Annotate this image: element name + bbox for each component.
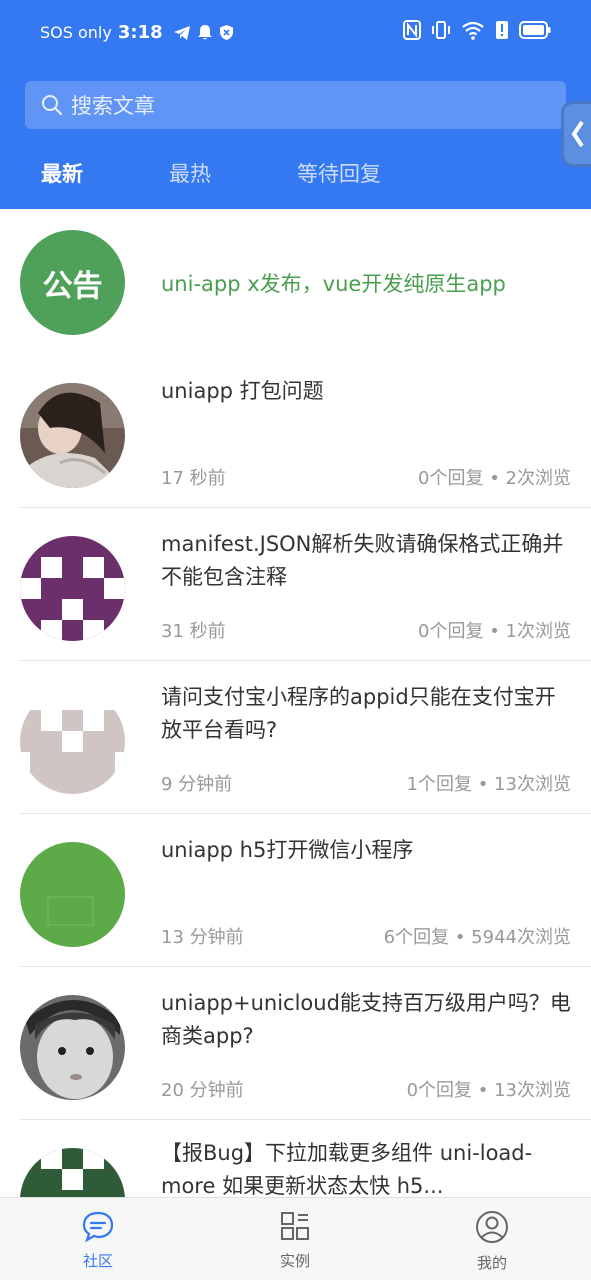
avatar xyxy=(20,995,125,1100)
search-input[interactable]: 搜索文章 xyxy=(25,81,566,129)
telegram-icon xyxy=(173,25,190,40)
tab-hot[interactable]: 最热 xyxy=(169,158,211,188)
nav-examples[interactable]: 实例 xyxy=(255,1210,335,1271)
post-meta: 6个回复 • 5944次浏览 xyxy=(383,927,571,948)
post-time: 9 分钟前 xyxy=(161,774,233,795)
tab-latest[interactable]: 最新 xyxy=(41,158,83,188)
chat-bubble-icon xyxy=(82,1211,114,1243)
post-title[interactable]: manifest.JSON解析失败请确保格式正确并不能包含注释 xyxy=(161,528,571,594)
list-item[interactable]: uniapp h5打开微信小程序 13 分钟前 6个回复 • 5944次浏览 xyxy=(0,814,591,967)
post-title[interactable]: uniapp h5打开微信小程序 xyxy=(161,834,571,867)
post-title[interactable]: 请问支付宝小程序的appid只能在支付宝开放平台看吗? xyxy=(161,681,571,747)
bell-icon xyxy=(197,25,212,40)
nav-community[interactable]: 社区 xyxy=(58,1210,138,1271)
side-drawer-handle[interactable] xyxy=(561,101,591,167)
post-title[interactable]: uniapp+unicloud能支持百万级用户吗？电商类app? xyxy=(161,987,571,1053)
post-meta: 1个回复 • 13次浏览 xyxy=(406,774,571,795)
list-item[interactable]: 【报Bug】下拉加载更多组件 uni-load-more 如果更新状态太快 h5… xyxy=(0,1120,591,1197)
header: SOS only 3:18 搜索文章 最新 最热 等待回复 xyxy=(0,0,591,209)
post-meta: 0个回复 • 13次浏览 xyxy=(406,1080,571,1101)
shield-icon xyxy=(219,25,233,40)
avatar xyxy=(20,842,125,947)
list-item[interactable]: 请问支付宝小程序的appid只能在支付宝开放平台看吗? 9 分钟前 1个回复 •… xyxy=(0,661,591,814)
list-item[interactable]: manifest.JSON解析失败请确保格式正确并不能包含注释 31 秒前 0个… xyxy=(0,508,591,661)
avatar xyxy=(20,536,125,641)
avatar xyxy=(20,383,125,488)
status-bar: SOS only 3:18 xyxy=(0,0,591,66)
tab-bar: 最新 最热 等待回复 xyxy=(0,150,591,194)
nav-community-label: 社区 xyxy=(82,1252,113,1270)
post-title[interactable]: 【报Bug】下拉加载更多组件 uni-load-more 如果更新状态太快 h5… xyxy=(161,1137,571,1197)
bottom-nav: 社区 实例 我的 xyxy=(0,1197,591,1280)
tab-awaiting-reply[interactable]: 等待回复 xyxy=(297,158,381,188)
vibrate-icon xyxy=(432,21,450,39)
post-time: 13 分钟前 xyxy=(161,927,244,948)
nav-examples-label: 实例 xyxy=(279,1252,310,1270)
wifi-icon xyxy=(462,21,484,40)
list-item[interactable]: uniapp+unicloud能支持百万级用户吗？电商类app? 20 分钟前 … xyxy=(0,967,591,1120)
grid-icon xyxy=(281,1212,309,1240)
avatar xyxy=(20,1148,125,1197)
nav-profile[interactable]: 我的 xyxy=(452,1210,532,1273)
post-meta: 0个回复 • 1次浏览 xyxy=(418,621,571,642)
clock: 3:18 xyxy=(117,22,163,43)
carrier-text: SOS only xyxy=(40,23,112,42)
avatar xyxy=(20,689,125,794)
chevron-left-icon xyxy=(571,120,584,148)
user-circle-icon xyxy=(476,1211,508,1243)
post-time: 20 分钟前 xyxy=(161,1080,244,1101)
notice-badge: 公告 xyxy=(20,230,125,335)
search-placeholder: 搜索文章 xyxy=(71,94,155,118)
alert-icon xyxy=(496,21,508,39)
post-meta: 0个回复 • 2次浏览 xyxy=(418,468,571,489)
post-title[interactable]: uniapp 打包问题 xyxy=(161,375,571,408)
battery-icon xyxy=(519,21,551,39)
nfc-icon xyxy=(403,20,421,40)
notice-text[interactable]: uni-app x发布，vue开发纯原生app xyxy=(161,268,506,298)
nav-profile-label: 我的 xyxy=(476,1254,507,1272)
post-time: 31 秒前 xyxy=(161,621,226,642)
post-time: 17 秒前 xyxy=(161,468,226,489)
list-item[interactable]: uniapp 打包问题 17 秒前 0个回复 • 2次浏览 xyxy=(0,355,591,508)
search-icon xyxy=(42,95,63,116)
